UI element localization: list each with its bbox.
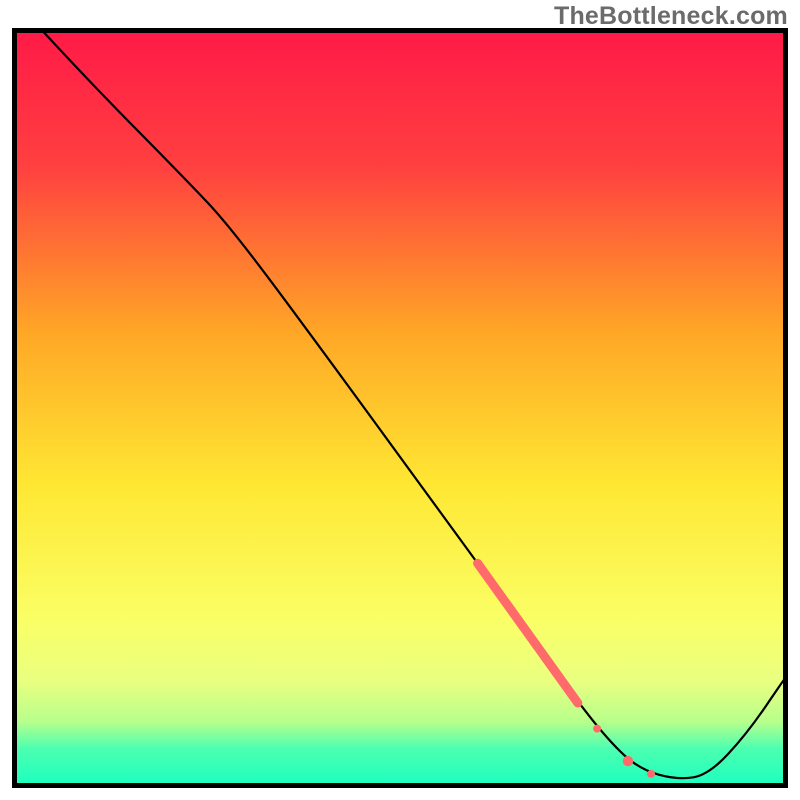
watermark-text: TheBottleneck.com [554, 2, 788, 31]
chart-frame [0, 0, 800, 800]
